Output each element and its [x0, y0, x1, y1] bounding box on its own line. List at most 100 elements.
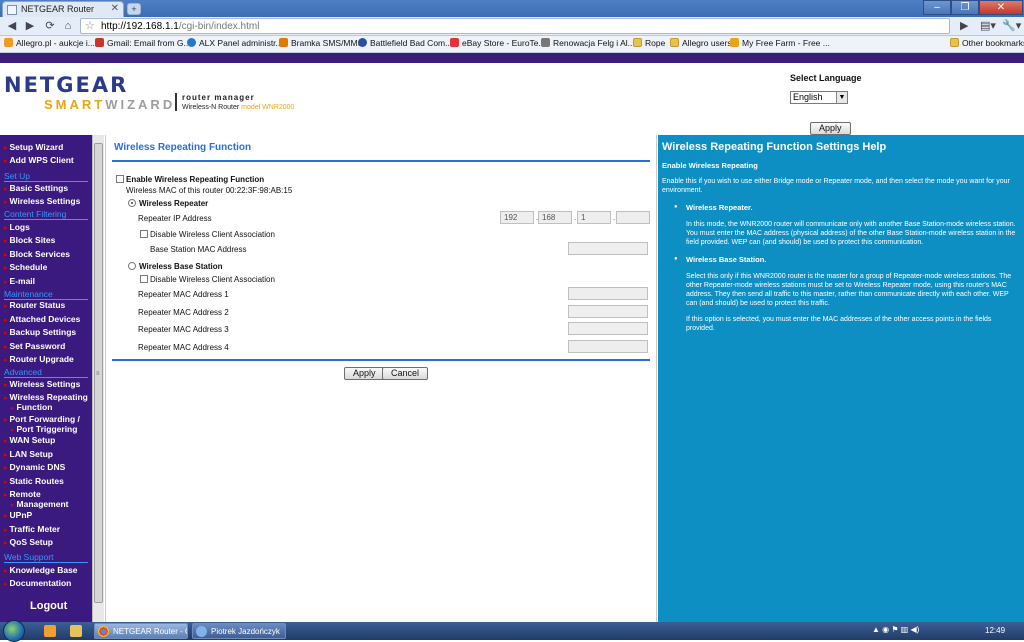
bookmark-folder-other[interactable]: Other bookmarks: [950, 38, 1024, 48]
wireless-repeater-label: Wireless Repeater: [139, 199, 209, 208]
router-mac-text: Wireless MAC of this router 00:22:3F:98:…: [126, 186, 293, 195]
new-tab-button[interactable]: +: [127, 3, 141, 15]
disable-assoc-checkbox-2[interactable]: [140, 275, 148, 283]
enable-repeating-checkbox[interactable]: [116, 175, 124, 183]
repeater-mac-input-1[interactable]: [568, 287, 648, 300]
media-player-icon[interactable]: [44, 625, 56, 637]
sidebar-item-router-upgrade[interactable]: Router Upgrade: [4, 355, 74, 365]
sidebar-item-setup-wizard[interactable]: Setup Wizard: [4, 143, 64, 153]
sidebar-item-basic-settings[interactable]: Basic Settings: [4, 184, 69, 194]
page-header: NETGEAR SMARTWIZARD router manager Wirel…: [0, 63, 1024, 135]
sidebar-item-email[interactable]: E-mail: [4, 277, 36, 287]
home-icon[interactable]: ⌂: [60, 19, 76, 34]
logout-link[interactable]: Logout: [30, 600, 67, 612]
form-divider: [112, 359, 650, 361]
wireless-base-station-label: Wireless Base Station: [139, 262, 223, 271]
help-title: Wireless Repeating Function Settings Hel…: [662, 141, 887, 153]
bookmark-folder-rope[interactable]: Rope: [633, 38, 665, 48]
repeater-mac-input-4[interactable]: [568, 340, 648, 353]
sidebar-item-qos-setup[interactable]: QoS Setup: [4, 538, 53, 548]
forward-icon[interactable]: ▶: [22, 19, 38, 34]
sidebar-item-wireless-repeating-cont[interactable]: Function: [4, 403, 53, 413]
page-menu-icon[interactable]: ▤▾: [980, 19, 996, 32]
sidebar-item-add-wps-client[interactable]: Add WPS Client: [4, 156, 74, 166]
section-content-filtering: Content Filtering: [4, 209, 67, 219]
taskbar-item-chrome[interactable]: NETGEAR Router - G...: [94, 623, 188, 639]
sidebar-item-wireless-settings[interactable]: Wireless Settings: [4, 197, 81, 207]
help-panel: Wireless Repeating Function Settings Hel…: [658, 135, 1024, 625]
sidebar-item-set-password[interactable]: Set Password: [4, 342, 66, 352]
sidebar-item-upnp[interactable]: UPnP: [4, 511, 33, 521]
repeater-ip-octet-1[interactable]: 192: [500, 211, 534, 224]
language-label: Select Language: [790, 73, 862, 83]
sidebar-item-logs[interactable]: Logs: [4, 223, 30, 233]
language-apply-button[interactable]: Apply: [810, 122, 851, 135]
wireless-base-station-radio[interactable]: [128, 262, 136, 270]
bookmark-sms[interactable]: Bramka SMS/MMS: [279, 38, 363, 48]
help-text-base-station: Select this only if this WNR2000 router …: [686, 273, 1012, 307]
disable-assoc-label-1: Disable Wireless Client Association: [150, 230, 275, 239]
sidebar-item-schedule[interactable]: Schedule: [4, 263, 48, 273]
taskbar-item-messenger[interactable]: Piotrek Jazdończyk: [192, 623, 286, 639]
sidebar-item-wan-setup[interactable]: WAN Setup: [4, 436, 56, 446]
sidebar-item-knowledge-base[interactable]: Knowledge Base: [4, 566, 78, 576]
reload-icon[interactable]: ⟳: [42, 19, 58, 34]
bookmark-alx[interactable]: ALX Panel administr...: [187, 38, 283, 48]
cancel-button[interactable]: Cancel: [382, 367, 429, 380]
sidebar-scrollbar[interactable]: ≡: [92, 135, 104, 625]
repeater-mac-input-3[interactable]: [568, 322, 648, 335]
sidebar-item-port-triggering[interactable]: Port Triggering: [4, 425, 78, 435]
section-advanced: Advanced: [4, 367, 42, 377]
explorer-icon[interactable]: [70, 625, 82, 637]
wireless-repeater-radio[interactable]: [128, 199, 136, 207]
sidebar-item-documentation[interactable]: Documentation: [4, 579, 72, 589]
close-tab-icon[interactable]: ✕: [111, 3, 119, 14]
bookmark-star-icon[interactable]: ☆: [85, 19, 95, 32]
sidebar-item-traffic-meter[interactable]: Traffic Meter: [4, 525, 61, 535]
start-button[interactable]: [3, 620, 25, 642]
bookmark-gmail[interactable]: Gmail: Email from G...: [95, 38, 191, 48]
sidebar-item-adv-wireless-settings[interactable]: Wireless Settings: [4, 380, 81, 390]
repeater-ip-octet-3[interactable]: 1: [577, 211, 611, 224]
chrome-icon: [98, 626, 109, 637]
maximize-icon[interactable]: ❐: [951, 0, 979, 15]
tab-title: NETGEAR Router: [21, 4, 95, 14]
messenger-icon: [196, 626, 207, 637]
folder-icon: [950, 38, 959, 47]
sidebar-item-backup-settings[interactable]: Backup Settings: [4, 328, 77, 338]
back-icon[interactable]: ◀: [4, 19, 20, 34]
repeater-mac-input-2[interactable]: [568, 305, 648, 318]
bookmarks-bar: Allegro.pl - aukcje i... Gmail: Email fr…: [0, 36, 1024, 53]
section-web-support: Web Support: [4, 552, 54, 562]
sidebar-item-lan-setup[interactable]: LAN Setup: [4, 450, 53, 460]
browser-tab[interactable]: NETGEAR Router ✕: [2, 1, 124, 17]
system-tray-icons[interactable]: ▲ ◉ ⚑ ▥ ◀): [872, 625, 919, 634]
sidebar-item-remote-management-cont[interactable]: Management: [4, 500, 69, 510]
bookmark-battlefield[interactable]: Battlefield Bad Com...: [358, 38, 452, 48]
base-station-mac-input[interactable]: [568, 242, 648, 255]
minimize-icon[interactable]: –: [923, 0, 951, 15]
bookmark-renowacja[interactable]: Renowacja Felg i Al...: [541, 38, 635, 48]
netgear-logo: NETGEAR SMARTWIZARD: [4, 73, 176, 112]
sidebar-item-block-services[interactable]: Block Services: [4, 250, 70, 260]
apply-button[interactable]: Apply: [344, 367, 385, 380]
bookmark-free-farm[interactable]: My Free Farm - Free ...: [730, 38, 830, 48]
go-icon[interactable]: ▶: [960, 19, 968, 32]
sidebar-item-router-status[interactable]: Router Status: [4, 301, 66, 311]
sidebar-item-attached-devices[interactable]: Attached Devices: [4, 315, 81, 325]
language-select[interactable]: English ▼: [790, 91, 848, 104]
repeater-ip-octet-2[interactable]: 168: [538, 211, 572, 224]
sidebar-item-block-sites[interactable]: Block Sites: [4, 236, 56, 246]
disable-assoc-checkbox-1[interactable]: [140, 230, 148, 238]
bookmark-ebay[interactable]: eBay Store - EuroTe...: [450, 38, 546, 48]
sidebar-item-static-routes[interactable]: Static Routes: [4, 477, 64, 487]
repeater-mac-label-2: Repeater MAC Address 2: [138, 308, 229, 317]
wrench-menu-icon[interactable]: 🔧▾: [1002, 19, 1021, 32]
bookmark-allegro[interactable]: Allegro.pl - aukcje i...: [4, 38, 95, 48]
address-bar[interactable]: ☆ http://192.168.1.1/cgi-bin/index.html: [80, 18, 950, 34]
bookmark-folder-allegro-users[interactable]: Allegro users: [670, 38, 732, 48]
repeater-ip-octet-4[interactable]: [616, 211, 650, 224]
close-window-icon[interactable]: ✕: [979, 0, 1023, 15]
sidebar-item-dynamic-dns[interactable]: Dynamic DNS: [4, 463, 66, 473]
help-bullet-repeater: Wireless Repeater.: [674, 203, 753, 212]
